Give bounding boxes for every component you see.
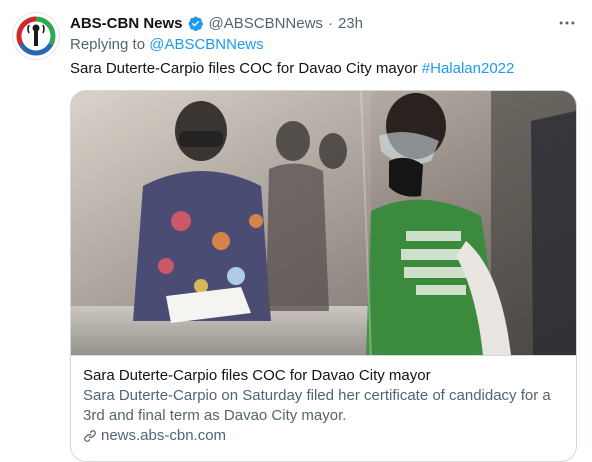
replying-to-prefix: Replying to [70, 36, 146, 53]
card-domain-text: news.abs-cbn.com [101, 427, 227, 444]
card-title: Sara Duterte-Carpio files COC for Davao … [83, 367, 431, 384]
abs-cbn-logo-icon [16, 16, 56, 56]
hashtag-link[interactable]: #Halalan2022 [422, 60, 515, 77]
card-domain: news.abs-cbn.com [83, 426, 564, 446]
account-handle[interactable]: @ABSCBNNews [209, 15, 323, 32]
link-icon [84, 430, 96, 442]
separator-dot: · [327, 14, 333, 32]
photo-icon [71, 91, 576, 356]
avatar[interactable] [12, 12, 60, 60]
tweet-body: Sara Duterte-Carpio files COC for Davao … [70, 60, 418, 77]
account-name[interactable]: ABS-CBN News [70, 15, 183, 32]
card-description-line2: 3rd and final term as Davao City mayor. [83, 407, 347, 424]
tweet-text: Sara Duterte-Carpio files COC for Davao … [70, 60, 514, 77]
tweet-time[interactable]: 23h [338, 15, 363, 32]
verified-badge-icon [187, 15, 204, 32]
tweet-header: ABS-CBN News @ABSCBNNews · 23h [70, 12, 580, 34]
card-body[interactable]: Sara Duterte-Carpio files COC for Davao … [71, 355, 576, 461]
replying-to: Replying to @ABSCBNNews [70, 36, 264, 53]
card-description-line1: Sara Duterte-Carpio on Saturday filed he… [83, 387, 551, 404]
link-card[interactable]: Sara Duterte-Carpio files COC for Davao … [70, 90, 577, 462]
card-image[interactable] [71, 91, 576, 356]
more-options-icon[interactable] [554, 10, 580, 36]
replying-to-handle[interactable]: @ABSCBNNews [149, 36, 263, 53]
